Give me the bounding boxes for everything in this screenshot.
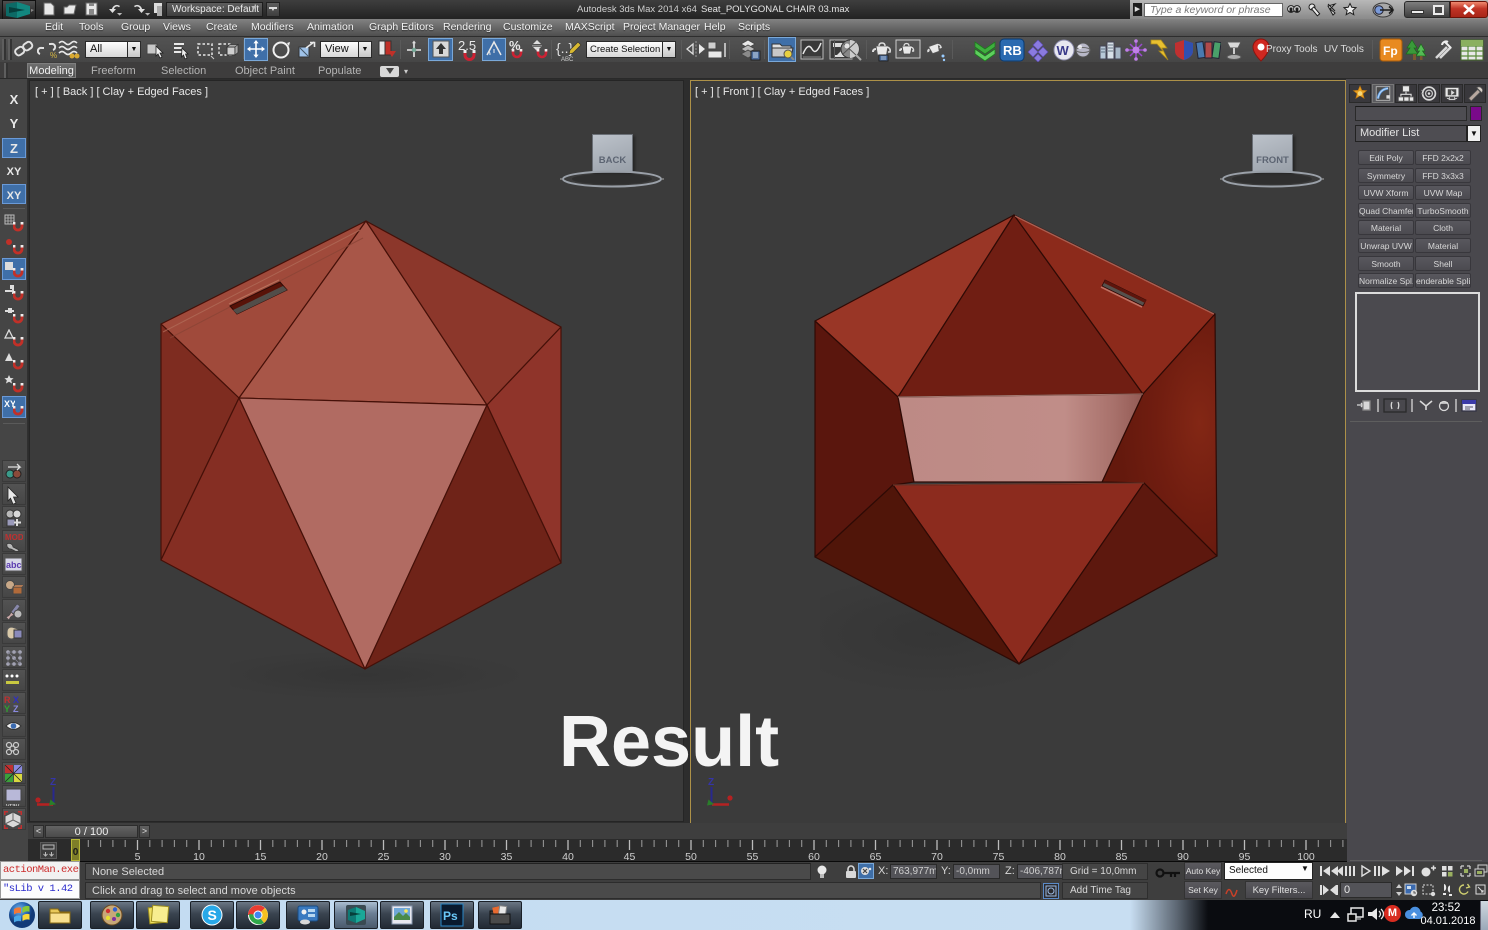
svg-text:%: % [50, 51, 57, 59]
svg-text:75: 75 [993, 851, 1005, 862]
svg-text:80: 80 [1054, 851, 1066, 862]
svg-text:S: S [208, 907, 217, 923]
svg-text:35: 35 [501, 851, 513, 862]
svg-text:20: 20 [316, 851, 328, 862]
svg-text:50: 50 [685, 851, 697, 862]
svg-text:Ps: Ps [443, 909, 458, 923]
svg-text:MOD: MOD [5, 533, 23, 542]
svg-text:5: 5 [135, 851, 141, 862]
svg-text:Z: Z [13, 704, 19, 713]
svg-text:25: 25 [378, 851, 390, 862]
svg-text:Fp: Fp [1383, 44, 1398, 58]
svg-text:40: 40 [562, 851, 574, 862]
svg-text:30: 30 [439, 851, 451, 862]
svg-text:65: 65 [870, 851, 882, 862]
svg-text:100: 100 [1297, 851, 1315, 862]
svg-text:Y: Y [4, 704, 10, 713]
svg-text:45: 45 [624, 851, 636, 862]
svg-text:W: W [1057, 43, 1070, 58]
svg-text:60: 60 [808, 851, 820, 862]
svg-text:15: 15 [255, 851, 267, 862]
svg-text:95: 95 [1239, 851, 1251, 862]
svg-text:Z: Z [50, 777, 56, 788]
svg-text:70: 70 [931, 851, 943, 862]
svg-text:abc: abc [6, 560, 22, 570]
svg-text:55: 55 [747, 851, 759, 862]
svg-text:10: 10 [193, 851, 205, 862]
svg-text:vray: vray [6, 803, 20, 806]
svg-text:RB: RB [1003, 43, 1022, 58]
svg-text:85: 85 [1116, 851, 1128, 862]
svg-text:90: 90 [1177, 851, 1189, 862]
